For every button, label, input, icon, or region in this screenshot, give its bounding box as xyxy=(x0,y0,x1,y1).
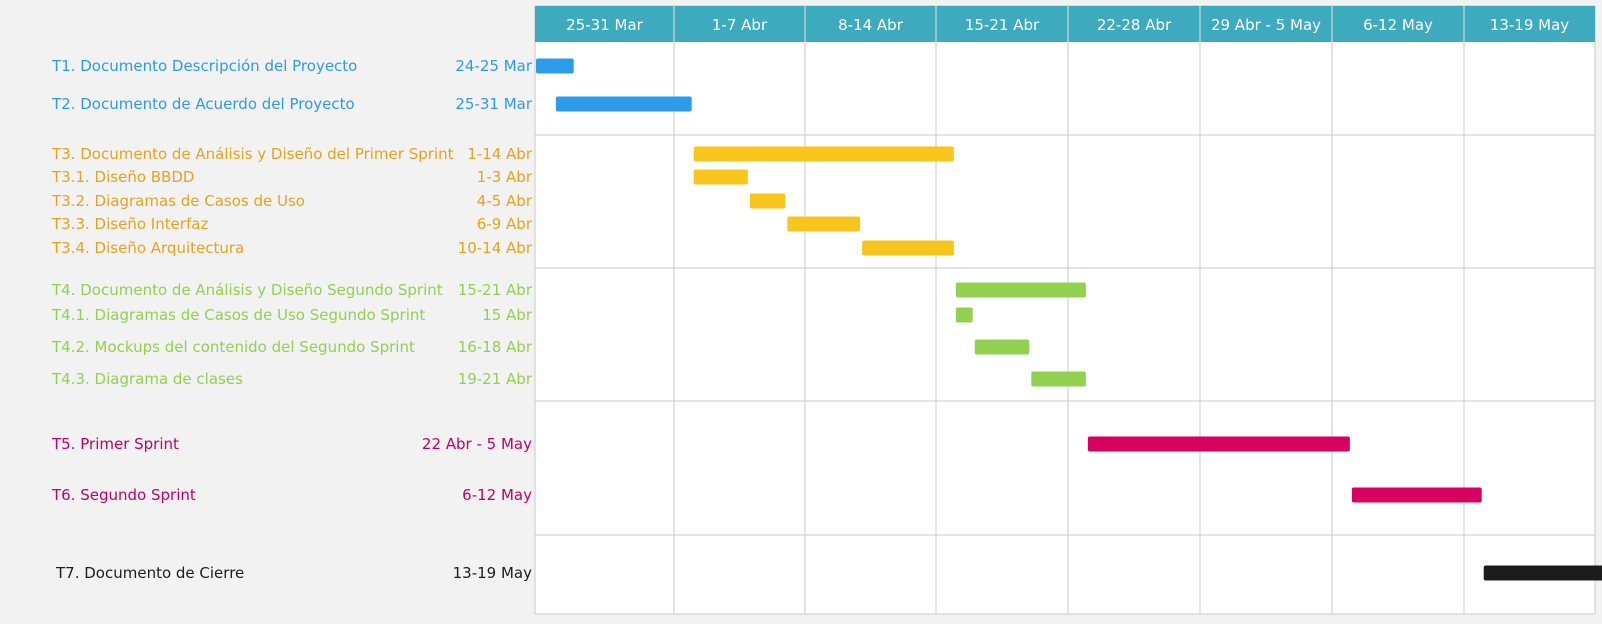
task-dates: 6-9 Abr xyxy=(477,215,533,233)
task-bar xyxy=(955,307,973,323)
task-label: T3.2. Diagramas de Casos de Uso xyxy=(51,192,305,210)
task-label: T4.2. Mockups del contenido del Segundo … xyxy=(51,338,415,356)
task-bar xyxy=(974,339,1030,355)
week-label: 22-28 Abr xyxy=(1097,16,1172,34)
week-label: 25-31 Mar xyxy=(566,16,643,34)
task-dates: 22 Abr - 5 May xyxy=(422,435,532,453)
task-dates: 24-25 Mar xyxy=(455,57,532,75)
task-dates: 25-31 Mar xyxy=(455,95,532,113)
week-label: 13-19 May xyxy=(1490,16,1569,34)
task-dates: 15-21 Abr xyxy=(458,281,533,299)
task-dates: 4-5 Abr xyxy=(477,192,533,210)
chart-panel xyxy=(534,5,1596,615)
task-bar xyxy=(1351,487,1482,503)
timeline-header xyxy=(535,6,1595,42)
gantt-chart: 25-31 Mar 1-7 Abr 8-14 Abr 15-21 Abr 22-28 A… xyxy=(51,5,1602,615)
week-label: 1-7 Abr xyxy=(712,16,768,34)
task-dates: 1-14 Abr xyxy=(467,145,533,163)
week-label: 15-21 Abr xyxy=(965,16,1040,34)
task-bar xyxy=(1483,565,1602,581)
task-label: T2. Documento de Acuerdo del Proyecto xyxy=(51,95,355,113)
task-bar xyxy=(862,240,954,256)
task-label: T4.3. Diagrama de clases xyxy=(51,370,243,388)
task-label: T3.4. Diseño Arquitectura xyxy=(51,239,244,257)
task-bar xyxy=(787,216,861,232)
task-dates: 19-21 Abr xyxy=(458,370,533,388)
week-label: 6-12 May xyxy=(1363,16,1433,34)
task-label: T4. Documento de Análisis y Diseño Segun… xyxy=(51,281,443,299)
week-label: 8-14 Abr xyxy=(838,16,904,34)
task-bar xyxy=(536,58,574,74)
task-label: T5. Primer Sprint xyxy=(51,435,179,453)
task-label: T6. Segundo Sprint xyxy=(51,486,196,504)
task-label: T3. Documento de Análisis y Diseño del P… xyxy=(51,145,454,163)
task-bar xyxy=(749,193,786,209)
task-dates: 13-19 May xyxy=(453,564,532,582)
task-label: T3.1. Diseño BBDD xyxy=(51,168,194,186)
task-bar xyxy=(693,169,748,185)
task-bar xyxy=(1087,436,1350,452)
task-label: T7. Documento de Cierre xyxy=(55,564,244,582)
task-dates: 6-12 May xyxy=(462,486,532,504)
task-label: T1. Documento Descripción del Proyecto xyxy=(51,57,357,75)
task-bar xyxy=(1031,371,1086,387)
task-bar xyxy=(555,96,692,112)
week-label: 29 Abr - 5 May xyxy=(1211,16,1321,34)
task-dates: 1-3 Abr xyxy=(477,168,533,186)
task-label: T4.1. Diagramas de Casos de Uso Segundo … xyxy=(51,306,425,324)
task-label: T3.3. Diseño Interfaz xyxy=(51,215,208,233)
task-dates: 10-14 Abr xyxy=(458,239,533,257)
task-bar xyxy=(955,282,1086,298)
task-dates: 15 Abr xyxy=(482,306,533,324)
task-bar xyxy=(693,146,954,162)
task-dates: 16-18 Abr xyxy=(458,338,533,356)
